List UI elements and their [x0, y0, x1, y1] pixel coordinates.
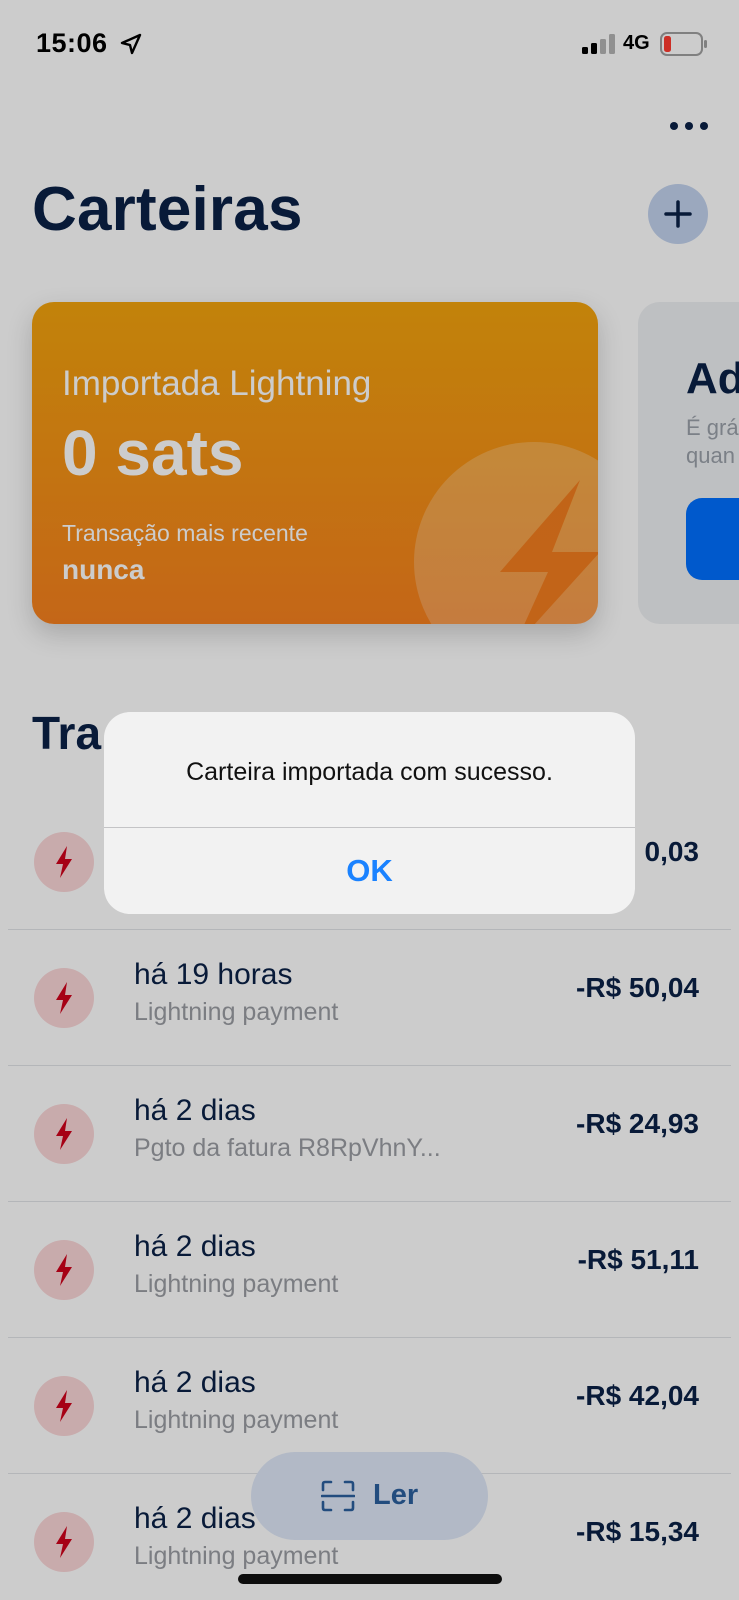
wallets-screen: 15:06 4G Carteiras Importada Lightning 0…	[0, 0, 739, 1600]
alert-message: Carteira importada com sucesso.	[186, 758, 553, 786]
success-alert: Carteira importada com sucesso. OK	[104, 712, 635, 914]
alert-ok-button[interactable]: OK	[104, 828, 635, 914]
